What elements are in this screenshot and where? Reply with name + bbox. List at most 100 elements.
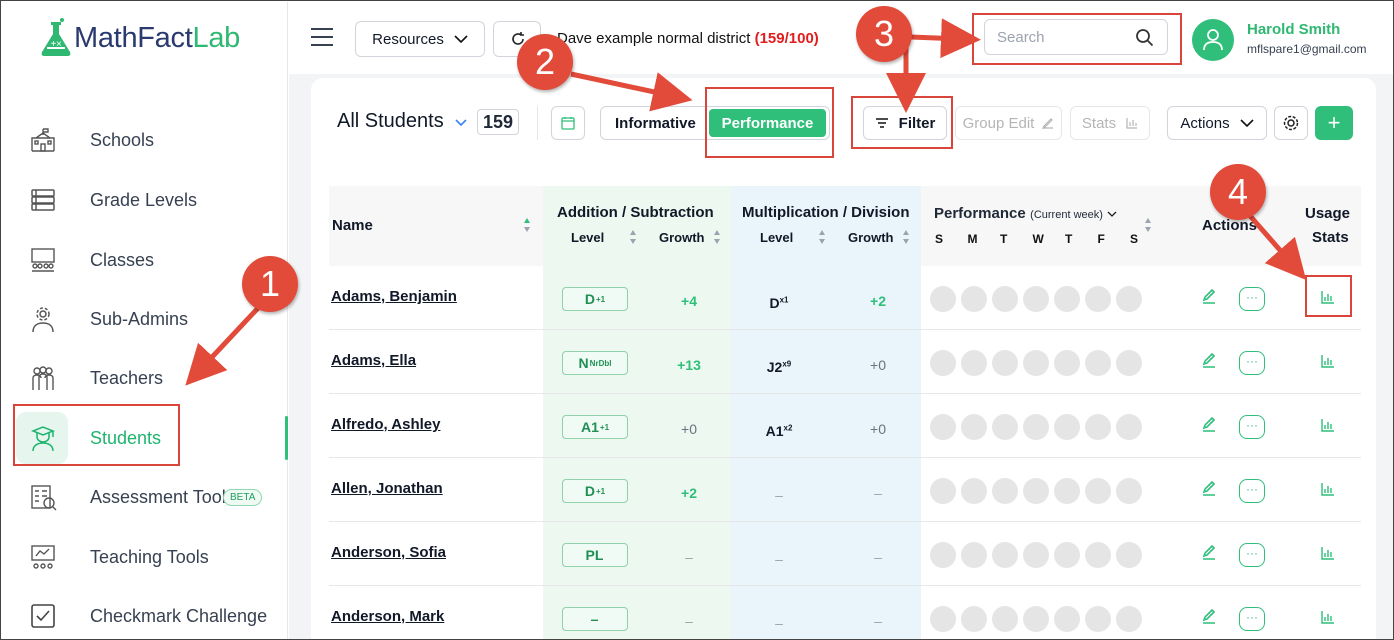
performance-day-dot[interactable] <box>1023 414 1049 440</box>
resources-dropdown[interactable]: Resources <box>355 21 485 57</box>
performance-day-dot[interactable] <box>961 286 987 312</box>
performance-day-dot[interactable] <box>1116 606 1142 632</box>
sort-icon[interactable] <box>902 229 910 245</box>
performance-day-dot[interactable] <box>961 606 987 632</box>
edit-pencil-icon[interactable] <box>1201 480 1217 496</box>
performance-day-dot[interactable] <box>1116 350 1142 376</box>
sort-icon[interactable] <box>713 229 721 245</box>
add-level-pill[interactable]: A1 +1 <box>562 415 628 439</box>
performance-day-dot[interactable] <box>1085 414 1111 440</box>
student-name-link[interactable]: Alfredo, Ashley <box>331 416 440 433</box>
user-name[interactable]: Harold Smith <box>1247 21 1340 38</box>
sidebar-item-grade-levels[interactable]: Grade Levels <box>2 174 288 226</box>
performance-day-dot[interactable] <box>1054 350 1080 376</box>
add-level-pill[interactable]: D +1 <box>562 479 628 503</box>
performance-day-dot[interactable] <box>1054 606 1080 632</box>
performance-day-dot[interactable] <box>1023 606 1049 632</box>
performance-day-dot[interactable] <box>1085 286 1111 312</box>
more-options-button[interactable]: ··· <box>1239 543 1265 567</box>
performance-day-dot[interactable] <box>930 542 956 568</box>
performance-day-dot[interactable] <box>992 606 1018 632</box>
add-level-header[interactable]: Level <box>571 230 604 245</box>
group-edit-button[interactable]: Group Edit <box>955 106 1062 140</box>
performance-day-dot[interactable] <box>1054 286 1080 312</box>
student-name-link[interactable]: Anderson, Sofia <box>331 544 446 561</box>
usage-stats-icon[interactable] <box>1321 546 1335 560</box>
sort-icon[interactable] <box>523 217 531 233</box>
sidebar-item-schools[interactable]: Schools <box>2 114 288 166</box>
stats-button[interactable]: Stats <box>1070 106 1150 140</box>
more-options-button[interactable]: ··· <box>1239 415 1265 439</box>
performance-header[interactable]: Performance (Current week) <box>934 205 1117 223</box>
performance-day-dot[interactable] <box>1054 542 1080 568</box>
performance-day-dot[interactable] <box>961 414 987 440</box>
performance-day-dot[interactable] <box>930 478 956 504</box>
performance-day-dot[interactable] <box>1085 478 1111 504</box>
performance-day-dot[interactable] <box>992 414 1018 440</box>
edit-pencil-icon[interactable] <box>1201 352 1217 368</box>
avatar[interactable] <box>1192 19 1234 61</box>
performance-day-dot[interactable] <box>1116 414 1142 440</box>
student-name-link[interactable]: Adams, Benjamin <box>331 288 457 305</box>
mul-growth-header[interactable]: Growth <box>848 230 894 245</box>
performance-day-dot[interactable] <box>1116 542 1142 568</box>
performance-day-dot[interactable] <box>930 286 956 312</box>
add-growth-header[interactable]: Growth <box>659 230 705 245</box>
performance-day-dot[interactable] <box>930 350 956 376</box>
more-options-button[interactable]: ··· <box>1239 607 1265 631</box>
sidebar-item-sub-admins[interactable]: Sub-Admins <box>2 293 288 345</box>
edit-pencil-icon[interactable] <box>1201 416 1217 432</box>
edit-pencil-icon[interactable] <box>1201 608 1217 624</box>
add-level-pill[interactable]: PL <box>562 543 628 567</box>
more-options-button[interactable]: ··· <box>1239 287 1265 311</box>
performance-day-dot[interactable] <box>961 350 987 376</box>
performance-day-dot[interactable] <box>930 606 956 632</box>
app-logo[interactable]: +× MathFact Lab <box>38 18 240 58</box>
sidebar-item-checkmark-challenge[interactable]: Checkmark Challenge <box>2 590 288 639</box>
page-title[interactable]: All Students <box>337 110 467 133</box>
add-level-pill[interactable]: N NrDbl <box>562 351 628 375</box>
performance-day-dot[interactable] <box>992 286 1018 312</box>
student-name-link[interactable]: Anderson, Mark <box>331 608 444 625</box>
student-name-link[interactable]: Allen, Jonathan <box>331 480 443 497</box>
sort-icon[interactable] <box>629 229 637 245</box>
actions-dropdown[interactable]: Actions <box>1167 106 1267 140</box>
add-student-button[interactable]: + <box>1315 106 1353 140</box>
usage-stats-icon[interactable] <box>1321 354 1335 368</box>
performance-day-dot[interactable] <box>1054 478 1080 504</box>
usage-stats-icon[interactable] <box>1321 482 1335 496</box>
mul-level-header[interactable]: Level <box>760 230 793 245</box>
menu-hamburger-icon[interactable] <box>311 28 333 46</box>
informative-tab[interactable]: Informative <box>615 115 696 132</box>
more-options-button[interactable]: ··· <box>1239 351 1265 375</box>
performance-day-dot[interactable] <box>1023 542 1049 568</box>
performance-day-dot[interactable] <box>1085 350 1111 376</box>
settings-button[interactable] <box>1274 106 1308 140</box>
performance-day-dot[interactable] <box>1023 478 1049 504</box>
add-level-pill[interactable]: – <box>562 607 628 631</box>
performance-day-dot[interactable] <box>1116 286 1142 312</box>
usage-stats-icon[interactable] <box>1321 610 1335 624</box>
calendar-button[interactable] <box>551 106 585 140</box>
sidebar-item-teachers[interactable]: Teachers <box>2 352 288 404</box>
performance-day-dot[interactable] <box>1116 478 1142 504</box>
performance-day-dot[interactable] <box>1054 414 1080 440</box>
sidebar-item-assessment-tool[interactable]: Assessment Tool BETA <box>2 471 288 523</box>
performance-day-dot[interactable] <box>1023 350 1049 376</box>
performance-day-dot[interactable] <box>992 542 1018 568</box>
sort-icon[interactable] <box>818 229 826 245</box>
sort-icon[interactable] <box>1144 217 1152 233</box>
performance-day-dot[interactable] <box>1085 542 1111 568</box>
name-header[interactable]: Name <box>332 217 373 234</box>
add-level-pill[interactable]: D +1 <box>562 287 628 311</box>
performance-day-dot[interactable] <box>961 542 987 568</box>
performance-day-dot[interactable] <box>1085 606 1111 632</box>
usage-stats-icon[interactable] <box>1321 418 1335 432</box>
sidebar-item-teaching-tools[interactable]: Teaching Tools <box>2 531 288 583</box>
performance-day-dot[interactable] <box>992 350 1018 376</box>
more-options-button[interactable]: ··· <box>1239 479 1265 503</box>
student-name-link[interactable]: Adams, Ella <box>331 352 416 369</box>
performance-day-dot[interactable] <box>961 478 987 504</box>
performance-day-dot[interactable] <box>930 414 956 440</box>
performance-day-dot[interactable] <box>1023 286 1049 312</box>
